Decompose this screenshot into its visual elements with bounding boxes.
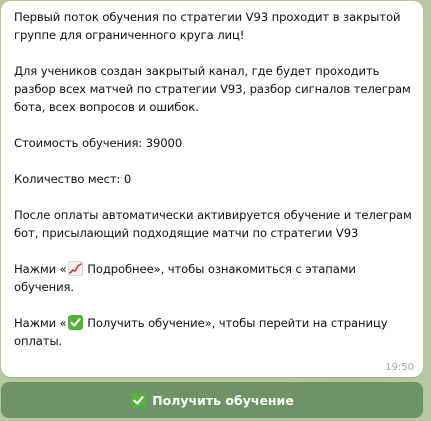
message-details-hint: Нажми « Подробнее», чтобы ознакомиться с…: [14, 260, 413, 296]
message-paragraph-intro: Первый поток обучения по стратегии V93 п…: [14, 10, 401, 42]
details-hint-prefix: Нажми «: [14, 262, 67, 276]
get-training-button[interactable]: Получить обучение: [1, 382, 423, 418]
message-paragraph-channel: Для учеников создан закрытый канал, где …: [14, 64, 411, 114]
chart-increasing-icon: [67, 261, 83, 276]
message-paragraph-activation: После оплаты автоматически активируется …: [14, 208, 412, 240]
get-training-button-label: Получить обучение: [152, 392, 294, 408]
check-mark-button-icon: [67, 315, 83, 330]
message-bubble: Первый поток обучения по стратегии V93 п…: [1, 1, 423, 377]
message-timestamp: 19:50: [385, 362, 414, 373]
message-get-hint: Нажми « Получить обучение», чтобы перейт…: [14, 314, 413, 350]
get-hint-prefix: Нажми «: [14, 316, 67, 330]
message-price: Стоимость обучения: 39000: [14, 136, 183, 150]
message-seats: Количество мест: 0: [14, 172, 132, 186]
check-mark-button-icon: [131, 392, 147, 408]
